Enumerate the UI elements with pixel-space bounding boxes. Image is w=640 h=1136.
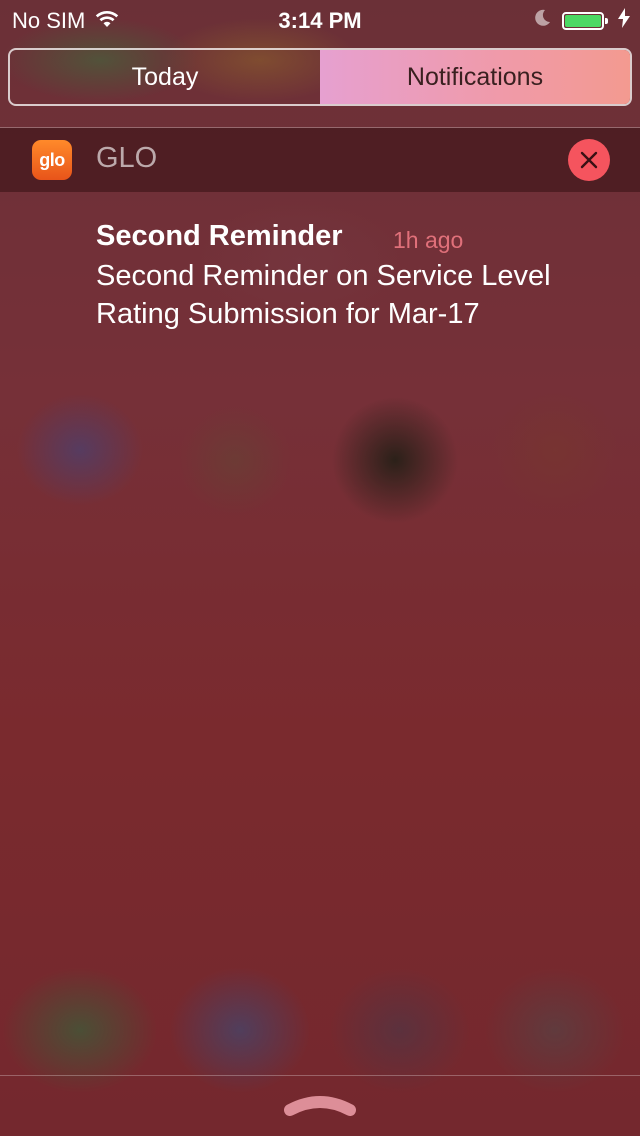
close-notification-center-handle[interactable]	[282, 1092, 358, 1118]
glo-app-icon[interactable]: glo	[32, 140, 72, 180]
chevron-up-handle-icon	[284, 1096, 356, 1116]
do-not-disturb-moon-icon	[532, 8, 552, 34]
status-bar: No SIM 3:14 PM	[0, 0, 640, 40]
notification-timestamp: 1h ago	[393, 227, 464, 253]
view-segmented-control: Today Notifications	[8, 48, 632, 106]
clear-notifications-button[interactable]	[568, 139, 610, 181]
charging-bolt-icon	[618, 8, 630, 34]
battery-level	[565, 15, 601, 27]
notification-title: Second Reminder	[96, 220, 343, 252]
notification-body: Second Reminder on Service Level Rating …	[96, 260, 551, 330]
close-icon	[580, 151, 598, 169]
app-name-label: GLO	[96, 142, 158, 174]
tab-today[interactable]: Today	[10, 50, 320, 104]
app-notification-group-header: glo GLO	[0, 128, 640, 192]
tab-notifications[interactable]: Notifications	[320, 50, 630, 104]
bottom-divider	[0, 1075, 640, 1076]
battery-icon	[562, 12, 608, 30]
